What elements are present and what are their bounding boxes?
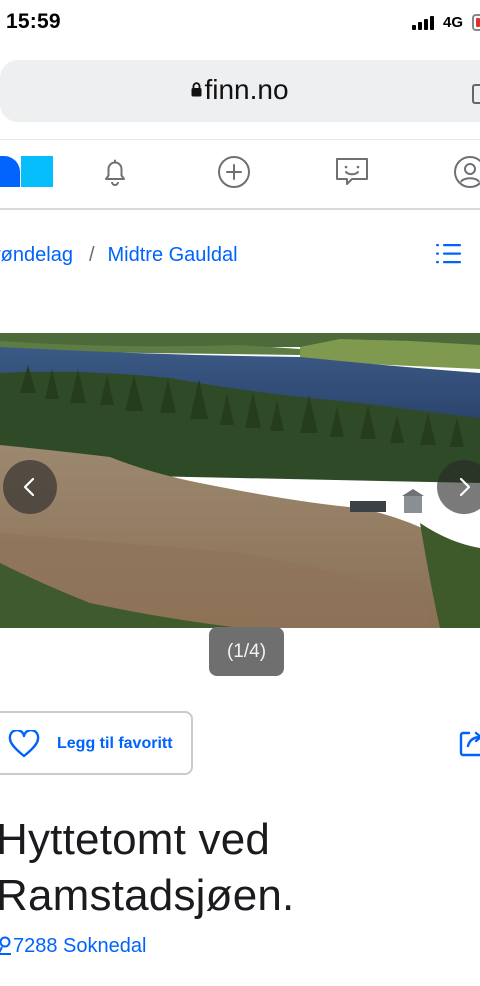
url-bar[interactable]: finn.no bbox=[0, 60, 480, 122]
finn-logo[interactable] bbox=[0, 156, 20, 187]
breadcrumb-item-region[interactable]: røndelag bbox=[0, 244, 73, 266]
status-time: 15:59 bbox=[6, 10, 61, 33]
url-text: finn.no bbox=[204, 74, 289, 105]
breadcrumb: røndelag / Midtre Gauldal bbox=[0, 244, 238, 270]
add-favorite-label: Legg til favoritt bbox=[57, 735, 173, 752]
finn-logo-square[interactable] bbox=[21, 156, 53, 187]
profile-icon[interactable] bbox=[452, 154, 480, 190]
chevron-right-icon bbox=[459, 477, 471, 497]
breadcrumb-item-municipality[interactable]: Midtre Gauldal bbox=[108, 244, 238, 266]
share-icon[interactable] bbox=[458, 728, 480, 758]
status-bar: 15:59 4G bbox=[0, 0, 480, 46]
listing-photo bbox=[0, 333, 480, 628]
listing-title: Hyttetomt ved Ramstadsjøen. bbox=[0, 815, 295, 920]
site-nav bbox=[0, 140, 480, 208]
network-label: 4G bbox=[443, 14, 464, 31]
image-counter: (1/4) bbox=[209, 627, 284, 676]
chevron-left-icon bbox=[23, 477, 35, 497]
listing-location[interactable]: 7288 Soknedal bbox=[0, 935, 146, 958]
gallery-prev-button[interactable] bbox=[3, 460, 57, 514]
nav-divider bbox=[0, 208, 480, 210]
lock-icon bbox=[191, 82, 202, 97]
location-text: 7288 Soknedal bbox=[13, 935, 147, 957]
add-favorite-button[interactable]: Legg til favoritt bbox=[0, 711, 193, 775]
breadcrumb-separator: / bbox=[88, 244, 95, 266]
tabs-icon[interactable] bbox=[472, 84, 480, 104]
signal-icon bbox=[412, 16, 434, 30]
image-gallery[interactable] bbox=[0, 333, 480, 628]
bell-icon[interactable] bbox=[97, 154, 133, 190]
heart-icon bbox=[8, 730, 40, 758]
list-icon[interactable] bbox=[436, 242, 462, 266]
chat-icon[interactable] bbox=[334, 154, 370, 190]
battery-icon bbox=[472, 14, 480, 31]
map-pin-icon bbox=[0, 936, 11, 955]
plus-circle-icon[interactable] bbox=[216, 154, 252, 190]
